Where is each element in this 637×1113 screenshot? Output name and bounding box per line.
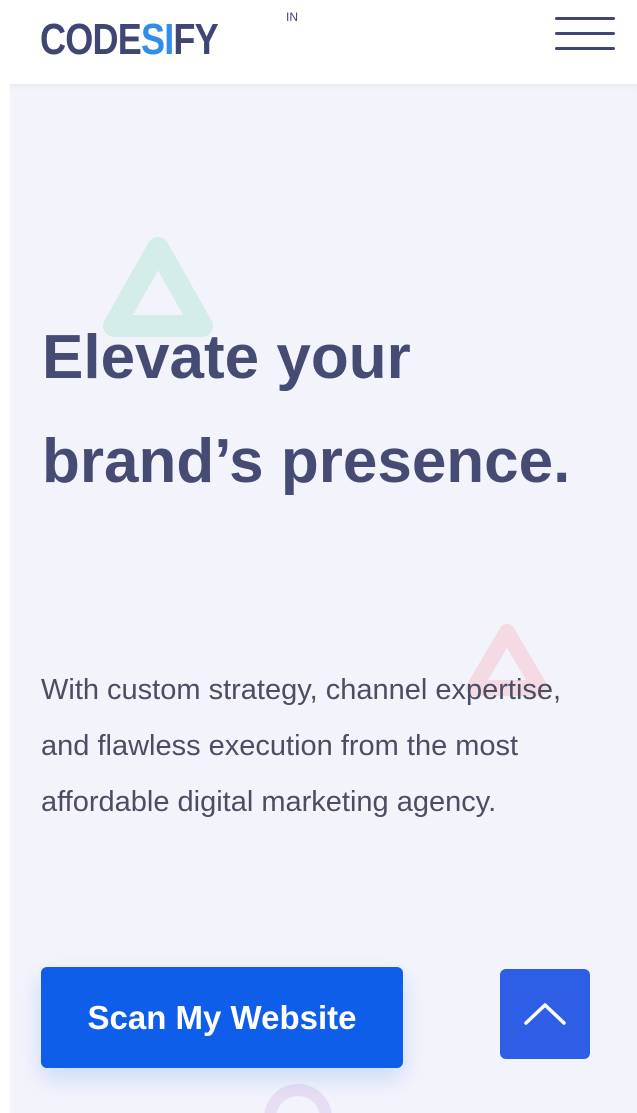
- hero-heading: Elevate your brand’s presence.: [42, 323, 571, 496]
- hamburger-menu-icon[interactable]: [555, 16, 617, 52]
- site-header: CODESIFY IN: [0, 0, 637, 84]
- menu-line: [555, 17, 615, 20]
- menu-line: [555, 47, 615, 50]
- logo-text-fy: FY: [173, 15, 218, 64]
- logo-wordmark: CODESIFY: [40, 14, 219, 66]
- scroll-to-top-button[interactable]: [500, 969, 590, 1059]
- logo-superscript: IN: [286, 10, 298, 24]
- scan-website-button[interactable]: Scan My Website: [41, 967, 403, 1068]
- circle-decoration-icon: [264, 1084, 332, 1113]
- logo-text-si: SI: [140, 15, 174, 64]
- site-logo[interactable]: CODESIFY IN: [40, 10, 298, 66]
- hero-description: With custom strategy, channel expertise,…: [41, 674, 562, 818]
- page: CODESIFY IN Elevate your brand’s presenc…: [0, 0, 637, 1113]
- hero-section: Elevate your brand’s presence. With cust…: [10, 84, 637, 1113]
- chevron-up-icon: [524, 1003, 566, 1025]
- menu-line: [555, 32, 615, 35]
- logo-text-code: CODE: [40, 15, 142, 64]
